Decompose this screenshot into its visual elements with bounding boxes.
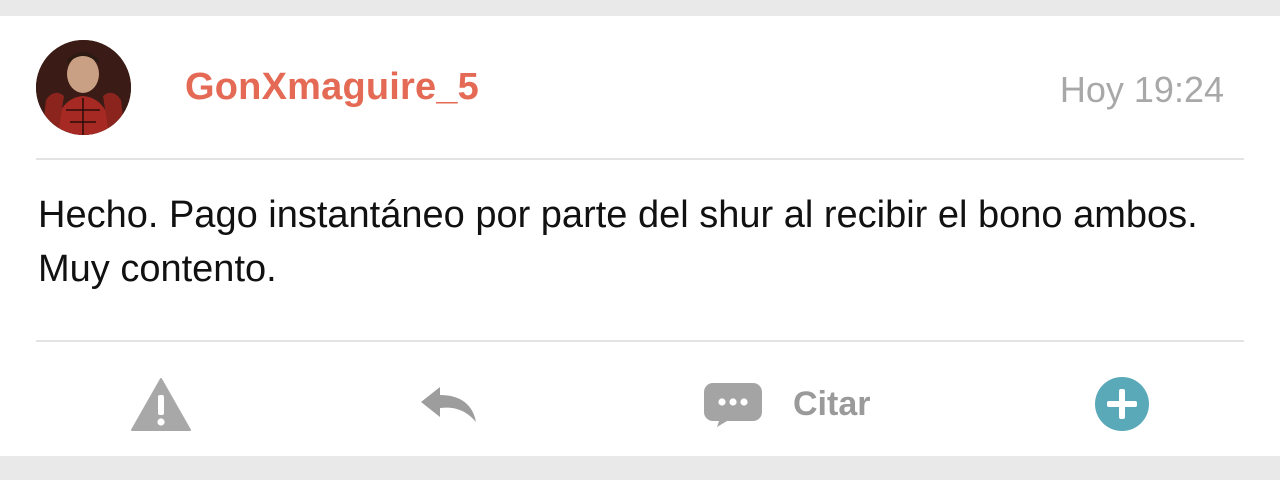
speech-bubble-icon: [704, 383, 762, 427]
footer-divider: [36, 340, 1244, 342]
warning-icon: [131, 378, 191, 431]
next-post-card-edge: [0, 480, 1280, 488]
add-button[interactable]: [1094, 376, 1150, 432]
report-button[interactable]: [130, 376, 192, 432]
post-timestamp: Hoy 19:24: [1059, 69, 1224, 110]
plus-circle-icon: [1095, 377, 1149, 431]
reply-button[interactable]: [418, 376, 480, 432]
quote-button[interactable]: Citar: [703, 376, 870, 432]
avatar[interactable]: [36, 40, 131, 135]
post-message: Hecho. Pago instantáneo por parte del sh…: [38, 194, 1198, 290]
quote-label: Citar: [793, 384, 871, 423]
post-card: GonXmaguire_5 Hoy 19:24 Hecho. Pago inst…: [0, 16, 1280, 456]
username[interactable]: GonXmaguire_5: [185, 66, 479, 109]
header-divider: [36, 158, 1244, 160]
reply-arrow-icon: [421, 387, 476, 422]
avatar-image: [36, 40, 131, 135]
